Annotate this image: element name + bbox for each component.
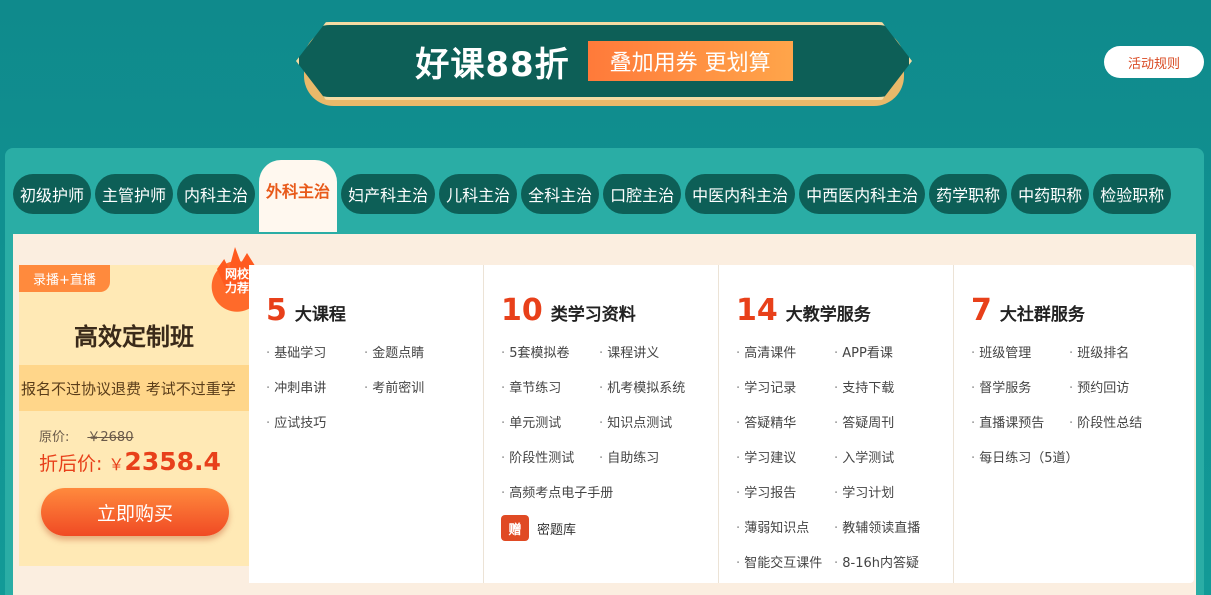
feature-item: 金题点睛 xyxy=(364,342,474,361)
feature-items: 高清课件APP看课学习记录支持下载答疑精华答疑周刊学习建议入学测试学习报告学习计… xyxy=(736,342,953,571)
feature-item: 支持下载 xyxy=(834,377,944,396)
feature-col-community: 7 大社群服务 班级管理班级排名督学服务预约回访直播课预告阶段性总结每日练习（5… xyxy=(954,265,1189,583)
feature-item: 应试技巧 xyxy=(266,412,364,431)
feature-col-services: 14 大教学服务 高清课件APP看课学习记录支持下载答疑精华答疑周刊学习建议入学… xyxy=(719,265,954,583)
col-title: 类学习资料 xyxy=(550,305,636,325)
guarantee-strip: 报名不过协议退费 考试不过重学 xyxy=(19,365,249,411)
tab-zhuguan-hushi[interactable]: 主管护师 xyxy=(95,174,174,214)
sale-price-row: 折后价: ￥2358.4 xyxy=(39,447,221,476)
feature-item: 知识点测试 xyxy=(599,412,709,431)
tab-content: 录播+直播 网校 力荐 高效定制班 报名不过协议退费 考试不过重学 原价: ￥26… xyxy=(13,234,1196,595)
sale-price: 2358.4 xyxy=(124,447,221,476)
feature-item: 考前密训 xyxy=(364,377,474,396)
tab-fuchanke-zhuzhi[interactable]: 妇产科主治 xyxy=(341,174,436,214)
feature-items: 基础学习金题点睛冲刺串讲考前密训应试技巧 xyxy=(266,342,483,431)
feature-item: 学习记录 xyxy=(736,377,834,396)
feature-item: 教辅领读直播 xyxy=(834,517,944,536)
tab-zhongxiyi-neike[interactable]: 中西医内科主治 xyxy=(799,174,926,214)
col-head: 14 大教学服务 xyxy=(736,293,953,328)
sale-currency: ￥ xyxy=(108,455,125,474)
feature-items: 班级管理班级排名督学服务预约回访直播课预告阶段性总结每日练习（5道） xyxy=(971,342,1189,466)
feature-item: 冲刺串讲 xyxy=(266,377,364,396)
banner-plate: 好课88折 叠加用券 更划算 xyxy=(296,22,912,100)
activity-rules-button[interactable]: 活动规则 xyxy=(1104,46,1204,78)
feature-item: 基础学习 xyxy=(266,342,364,361)
category-tabs: 初级护师 主管护师 内科主治 外科主治 妇产科主治 儿科主治 全科主治 口腔主治… xyxy=(13,160,1172,232)
tab-erke-zhuzhi[interactable]: 儿科主治 xyxy=(439,174,518,214)
feature-item: 班级管理 xyxy=(971,342,1069,361)
original-price-row: 原价: ￥2680 xyxy=(39,426,133,445)
feature-col-courses: 5 大课程 基础学习金题点睛冲刺串讲考前密训应试技巧 xyxy=(249,265,484,583)
tab-yaoxue-zhicheng[interactable]: 药学职称 xyxy=(929,174,1008,214)
col-count: 14 xyxy=(736,293,778,328)
feature-item: 答疑周刊 xyxy=(834,412,944,431)
feature-item: 薄弱知识点 xyxy=(736,517,834,536)
feature-items: 5套模拟卷课程讲义章节练习机考模拟系统单元测试知识点测试阶段性测试自助练习高频考… xyxy=(501,342,718,501)
feature-item: 督学服务 xyxy=(971,377,1069,396)
feature-item: 8-16h内答疑 xyxy=(834,552,944,571)
product-title: 高效定制班 xyxy=(74,323,194,351)
feature-item: 学习计划 xyxy=(834,482,944,501)
feature-item: 课程讲义 xyxy=(599,342,709,361)
feature-item: APP看课 xyxy=(834,342,944,361)
col-title: 大课程 xyxy=(294,305,346,325)
feature-item: 高频考点电子手册 xyxy=(501,482,613,501)
col-count: 5 xyxy=(266,293,287,328)
col-title: 大教学服务 xyxy=(785,305,871,325)
feature-item: 章节练习 xyxy=(501,377,599,396)
original-price: ￥2680 xyxy=(87,430,134,445)
buy-now-button[interactable]: 立即购买 xyxy=(41,488,229,536)
feature-item: 机考模拟系统 xyxy=(599,377,709,396)
original-price-label: 原价: xyxy=(39,430,70,445)
banner-subtitle: 叠加用券 更划算 xyxy=(587,41,793,81)
feature-item: 5套模拟卷 xyxy=(501,342,599,361)
col-head: 7 大社群服务 xyxy=(971,293,1189,328)
tab-quanke-zhuzhi[interactable]: 全科主治 xyxy=(521,174,600,214)
bonus-row: 赠 密题库 xyxy=(501,515,718,541)
gift-icon: 赠 xyxy=(501,515,529,541)
col-title: 大社群服务 xyxy=(999,305,1085,325)
product-card: 录播+直播 网校 力荐 高效定制班 报名不过协议退费 考试不过重学 原价: ￥26… xyxy=(19,243,266,566)
col-head: 5 大课程 xyxy=(266,293,483,328)
sale-price-label: 折后价: xyxy=(39,453,103,475)
feature-col-materials: 10 类学习资料 5套模拟卷课程讲义章节练习机考模拟系统单元测试知识点测试阶段性… xyxy=(484,265,719,583)
feature-item: 智能交互课件 xyxy=(736,552,834,571)
tab-neike-zhuzhi[interactable]: 内科主治 xyxy=(177,174,256,214)
feature-item: 学习报告 xyxy=(736,482,834,501)
col-count: 7 xyxy=(971,293,992,328)
col-head: 10 类学习资料 xyxy=(501,293,718,328)
feature-item: 阶段性测试 xyxy=(501,447,599,466)
tab-chuji-hushi[interactable]: 初级护师 xyxy=(13,174,92,214)
promo-banner: 好课88折 叠加用券 更划算 xyxy=(296,22,912,106)
feature-item: 班级排名 xyxy=(1069,342,1179,361)
feature-item: 入学测试 xyxy=(834,447,944,466)
feature-item: 高清课件 xyxy=(736,342,834,361)
tab-kouqiang-zhuzhi[interactable]: 口腔主治 xyxy=(603,174,682,214)
tab-waike-zhuzhi[interactable]: 外科主治 xyxy=(259,160,338,232)
feature-item: 自助练习 xyxy=(599,447,709,466)
feature-item: 答疑精华 xyxy=(736,412,834,431)
banner-title: 好课88折 xyxy=(415,44,570,85)
col-count: 10 xyxy=(501,293,543,328)
feature-item: 学习建议 xyxy=(736,447,834,466)
feature-item: 预约回访 xyxy=(1069,377,1179,396)
feature-item: 阶段性总结 xyxy=(1069,412,1179,431)
feature-item: 每日练习（5道） xyxy=(971,447,1078,466)
tab-jianyan-zhicheng[interactable]: 检验职称 xyxy=(1093,174,1172,214)
bonus-text: 密题库 xyxy=(537,522,577,538)
feature-columns: 5 大课程 基础学习金题点睛冲刺串讲考前密训应试技巧 10 类学习资料 5套模拟… xyxy=(249,265,1194,583)
feature-item: 直播课预告 xyxy=(971,412,1069,431)
tab-zhongyao-zhicheng[interactable]: 中药职称 xyxy=(1011,174,1090,214)
tab-zhongyi-neike[interactable]: 中医内科主治 xyxy=(685,174,796,214)
feature-item: 单元测试 xyxy=(501,412,599,431)
course-panel: 初级护师 主管护师 内科主治 外科主治 妇产科主治 儿科主治 全科主治 口腔主治… xyxy=(5,148,1204,595)
course-type-tag: 录播+直播 xyxy=(19,265,110,292)
